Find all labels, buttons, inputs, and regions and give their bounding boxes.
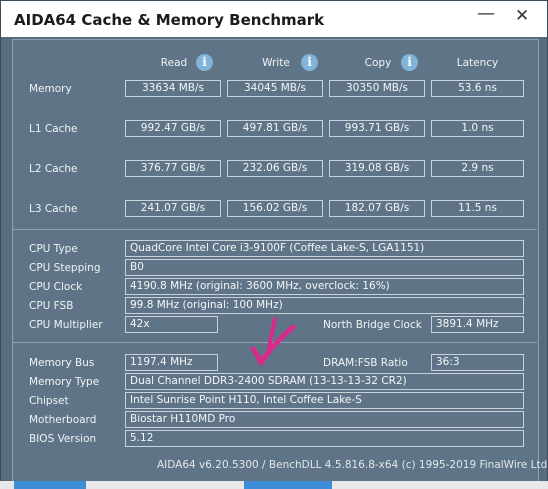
memory-write-value: 34045 MB/s [227, 80, 323, 97]
read-info-icon[interactable]: i [196, 54, 213, 71]
l2-write-value: 232.06 GB/s [227, 160, 323, 177]
cpu-multiplier-label: CPU Multiplier [29, 319, 103, 331]
l3-read-value: 241.07 GB/s [125, 200, 221, 217]
nb-clock-value: 3891.4 MHz [431, 316, 524, 333]
cpu-type-value: QuadCore Intel Core i3-9100F (Coffee Lak… [125, 240, 524, 257]
cpu-stepping-label: CPU Stepping [29, 262, 101, 274]
column-latency: Latency [456, 57, 499, 69]
cpu-type-label: CPU Type [29, 243, 78, 255]
l1-read-value: 992.47 GB/s [125, 120, 221, 137]
l1-write-value: 497.81 GB/s [227, 120, 323, 137]
footer-copyright: AIDA64 v6.20.5300 / BenchDLL 4.5.816.8-x… [157, 459, 548, 471]
row-label-l2: L2 Cache [29, 163, 78, 175]
dram-fsb-ratio-value: 36:3 [431, 354, 524, 371]
cpu-fsb-value: 99.8 MHz (original: 100 MHz) [125, 297, 524, 314]
memory-copy-value: 30350 MB/s [329, 80, 425, 97]
taskbar-tab[interactable] [244, 481, 332, 489]
l2-copy-value: 319.08 GB/s [329, 160, 425, 177]
dram-fsb-ratio-label: DRAM:FSB Ratio [323, 357, 408, 369]
motherboard-label: Motherboard [29, 414, 97, 426]
l1-latency-value: 1.0 ns [431, 120, 524, 137]
row-label-l1: L1 Cache [29, 123, 78, 135]
memory-type-value: Dual Channel DDR3-2400 SDRAM (13-13-13-3… [125, 373, 524, 390]
memory-bus-value: 1197.4 MHz [125, 354, 218, 371]
title-bar: AIDA64 Cache & Memory Benchmark — ✕ [1, 1, 547, 37]
taskbar-tab[interactable] [14, 481, 86, 489]
nb-clock-label: North Bridge Clock [323, 319, 422, 331]
divider [12, 229, 537, 230]
write-info-icon[interactable]: i [301, 54, 318, 71]
cpu-multiplier-value: 42x [125, 316, 218, 333]
l3-write-value: 156.02 GB/s [227, 200, 323, 217]
l2-read-value: 376.77 GB/s [125, 160, 221, 177]
cpu-fsb-label: CPU FSB [29, 300, 74, 312]
window-title: AIDA64 Cache & Memory Benchmark [14, 11, 325, 29]
row-label-memory: Memory [29, 83, 72, 95]
close-button[interactable]: ✕ [515, 6, 529, 26]
cpu-clock-value: 4190.8 MHz (original: 3600 MHz, overcloc… [125, 278, 524, 295]
chipset-label: Chipset [29, 395, 69, 407]
l2-latency-value: 2.9 ns [431, 160, 524, 177]
row-label-l3: L3 Cache [29, 203, 78, 215]
l3-latency-value: 11.5 ns [431, 200, 524, 217]
chipset-value: Intel Sunrise Point H110, Intel Coffee L… [125, 392, 524, 409]
cpu-stepping-value: B0 [125, 259, 524, 276]
copy-info-icon[interactable]: i [401, 54, 418, 71]
motherboard-value: Biostar H110MD Pro [125, 411, 524, 428]
minimize-button[interactable]: — [477, 3, 495, 24]
cpu-clock-label: CPU Clock [29, 281, 83, 293]
bios-version-value: 5.12 [125, 430, 524, 447]
memory-latency-value: 53.6 ns [431, 80, 524, 97]
benchmark-window: AIDA64 Cache & Memory Benchmark — ✕ Read… [0, 0, 548, 489]
l3-copy-value: 182.07 GB/s [329, 200, 425, 217]
bios-version-label: BIOS Version [29, 433, 97, 445]
memory-bus-label: Memory Bus [29, 357, 95, 369]
l1-copy-value: 993.71 GB/s [329, 120, 425, 137]
checkmark-annotation-icon [250, 317, 296, 366]
memory-read-value: 33634 MB/s [125, 80, 221, 97]
memory-type-label: Memory Type [29, 376, 100, 388]
